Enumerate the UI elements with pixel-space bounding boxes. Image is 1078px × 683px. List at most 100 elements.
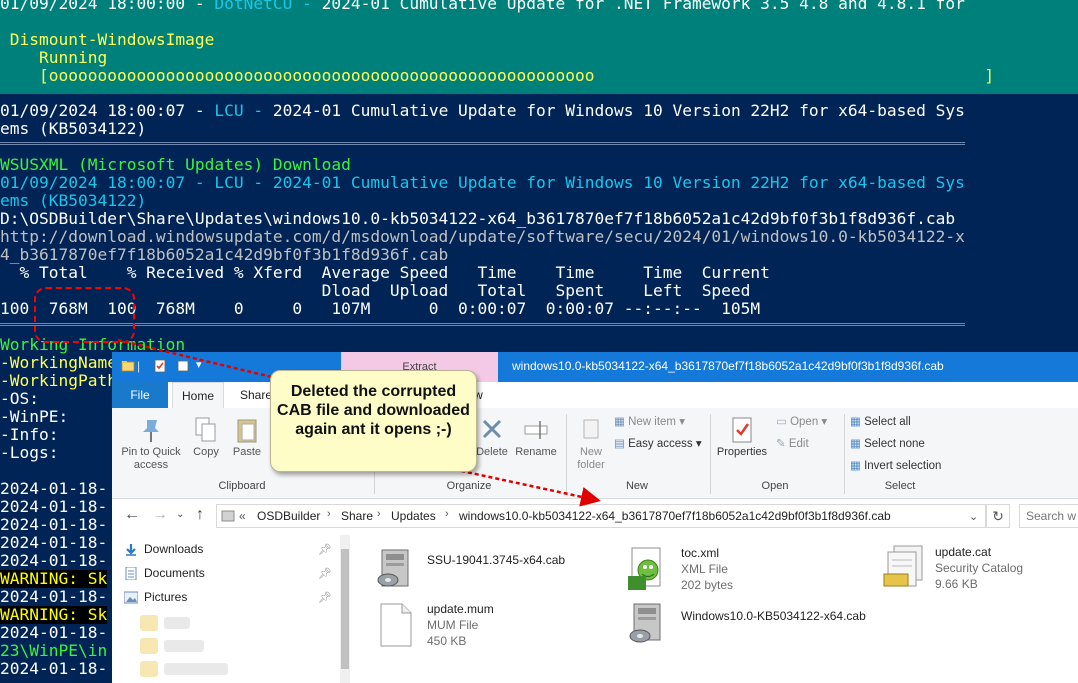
nav-label: Pictures — [144, 590, 188, 604]
blurred-label — [164, 617, 190, 629]
nav-pane-scrollbar[interactable] — [340, 535, 350, 683]
breadcrumb-separator-icon[interactable]: › — [327, 508, 331, 520]
new-item-button[interactable]: ▦ New item ▾ — [614, 414, 685, 428]
delete-button[interactable]: Delete — [474, 416, 510, 459]
scrollbar-thumb[interactable] — [341, 549, 349, 669]
address-bar[interactable]: « OSDBuilder › Share › Updates › windows… — [216, 504, 986, 528]
delete-label: Delete — [476, 446, 508, 458]
open-label: Open — [790, 416, 819, 428]
new-folder-label: New folder — [577, 446, 605, 471]
select-all-label: Select all — [864, 416, 911, 428]
new-folder-qa-icon[interactable] — [176, 359, 190, 373]
address-dropdown-icon[interactable]: ⌄ — [969, 510, 978, 523]
callout-text: Deleted the corrupted CAB file and downl… — [277, 383, 470, 438]
easy-access-button[interactable]: ▤ Easy access ▾ — [614, 436, 702, 450]
highlight-768m-box — [34, 287, 135, 343]
ribbon: Pin to Quick access Copy Paste Clipboard… — [112, 408, 1078, 499]
select-none-button[interactable]: ▦ Select none — [850, 436, 925, 450]
console-os: -OS: — [0, 389, 39, 408]
console-line-lcu: 01/09/2024 18:00:07 - LCU - 2024-01 Cumu… — [0, 101, 965, 120]
title-bar: | ▾ Extract windows10.0-kb5034122-x64_b3… — [112, 352, 1078, 382]
file-type: Security Catalog — [935, 561, 1024, 575]
rename-label: Rename — [515, 446, 557, 458]
console-log-line: 2024-01-18- — [0, 533, 108, 552]
new-item-label: New item — [628, 416, 677, 428]
console-log-line: 2024-01-18- — [0, 551, 108, 570]
invert-selection-button[interactable]: ▦ Invert selection — [850, 458, 941, 472]
security-catalog-icon — [883, 545, 923, 587]
console-line-kb-2: ems (KB5034122) — [0, 191, 147, 210]
console-warning-line: WARNING: Sk — [0, 605, 108, 624]
console-warning-line: WARNING: Sk — [0, 569, 108, 588]
pin-to-quick-access-button[interactable]: Pin to Quick access — [116, 416, 186, 472]
easy-access-label: Easy access — [628, 438, 693, 450]
console-working-path: -WorkingPath — [0, 371, 117, 390]
console-log-line: 23\WinPE\in — [0, 641, 108, 660]
file-type: MUM File — [427, 618, 479, 632]
nav-item-pictures[interactable]: Pictures — [124, 590, 188, 604]
tab-share[interactable]: Share — [240, 388, 272, 402]
nav-item-downloads[interactable]: Downloads — [126, 542, 203, 556]
rename-icon — [524, 421, 548, 439]
search-input[interactable]: Search w — [1019, 504, 1078, 528]
console-working-name: -WorkingName — [0, 353, 117, 372]
select-all-button[interactable]: ▦ Select all — [850, 414, 911, 428]
console-line-url: http://download.windowsupdate.com/d/msdo… — [0, 227, 965, 246]
invert-selection-label: Invert selection — [864, 460, 942, 472]
refresh-icon[interactable]: ↻ — [986, 504, 1010, 528]
navigation-pane: Downloads 📌︎ Documents 📌︎ Pictures 📌︎ — [112, 535, 350, 683]
window-title: windows10.0-kb5034122-x64_b3617870ef7f18… — [512, 359, 944, 373]
nav-item-documents[interactable]: Documents — [125, 566, 205, 580]
annotation-callout: Deleted the corrupted CAB file and downl… — [270, 370, 477, 472]
properties-icon[interactable] — [153, 359, 167, 373]
recent-locations-chevron-icon[interactable]: ⌄ — [176, 509, 184, 520]
cab-archive-icon — [377, 549, 409, 587]
breadcrumb-separator-icon[interactable]: › — [445, 508, 449, 520]
ribbon-tab-bar: File Home Share View — [112, 382, 1078, 410]
breadcrumb-separator-icon[interactable]: › — [377, 508, 381, 520]
blurred-icon — [140, 615, 158, 631]
console-log-line: 2024-01-18- — [0, 623, 108, 642]
breadcrumb-cab-file[interactable]: windows10.0-kb5034122-x64_b3617870ef7f18… — [459, 509, 891, 523]
breadcrumb-overflow[interactable]: « — [239, 509, 246, 523]
breadcrumb-osdbuilder[interactable]: OSDBuilder — [257, 509, 320, 523]
documents-icon — [125, 567, 137, 580]
new-folder-button[interactable]: New folder — [572, 416, 610, 472]
back-arrow-icon[interactable]: ← — [124, 506, 140, 524]
pictures-icon — [124, 591, 138, 604]
cab-archive-icon — [629, 603, 661, 643]
console-winpe: -WinPE: — [0, 407, 69, 426]
group-select: Select — [884, 480, 916, 492]
breadcrumb-share[interactable]: Share — [341, 509, 373, 523]
up-arrow-icon[interactable]: ↑ — [196, 506, 204, 524]
paste-button[interactable]: Paste — [230, 416, 264, 459]
folder-icon — [121, 361, 135, 372]
console-log-line: 2024-01-18- — [0, 587, 108, 606]
rename-button[interactable]: Rename — [514, 416, 558, 459]
group-clipboard: Clipboard — [218, 480, 266, 492]
tab-home[interactable]: Home — [172, 382, 224, 410]
xml-file-icon — [628, 547, 661, 590]
customize-quick-access-icon[interactable]: ▾ — [196, 358, 202, 371]
copy-button[interactable]: Copy — [190, 416, 222, 459]
console-log-line: 2024-01-18- — [0, 497, 108, 516]
file-type: XML File — [681, 562, 728, 576]
breadcrumb-updates[interactable]: Updates — [391, 509, 436, 523]
console-log-line: 2024-01-18- — [0, 659, 108, 678]
file-explorer-window: | ▾ Extract windows10.0-kb5034122-x64_b3… — [112, 352, 1078, 683]
downloads-icon — [126, 544, 136, 556]
console-line-dismount: Dismount-WindowsImage — [0, 30, 215, 49]
open-button[interactable]: ▭ Open ▾ — [776, 414, 827, 428]
console-line-dotnetcu: 01/09/2024 18:00:00 - DotNetCU - 2024-01… — [0, 0, 965, 13]
console-line-lcu-2: 01/09/2024 18:00:07 - LCU - 2024-01 Cumu… — [0, 173, 965, 192]
new-folder-icon — [583, 419, 599, 439]
properties-check-icon — [732, 417, 752, 443]
console-line-url-cont: 4_b3617870ef7f18b6052a1c42d9bf0f3b1f8d93… — [0, 245, 449, 264]
forward-arrow-icon[interactable]: → — [152, 506, 168, 524]
delete-x-icon — [482, 419, 502, 439]
properties-button[interactable]: Properties — [714, 416, 770, 459]
console-log-line: 2024-01-18- — [0, 479, 108, 498]
copy-icon — [195, 417, 216, 442]
edit-button[interactable]: ✎ Edit — [776, 436, 809, 450]
tab-file[interactable]: File — [112, 382, 168, 408]
